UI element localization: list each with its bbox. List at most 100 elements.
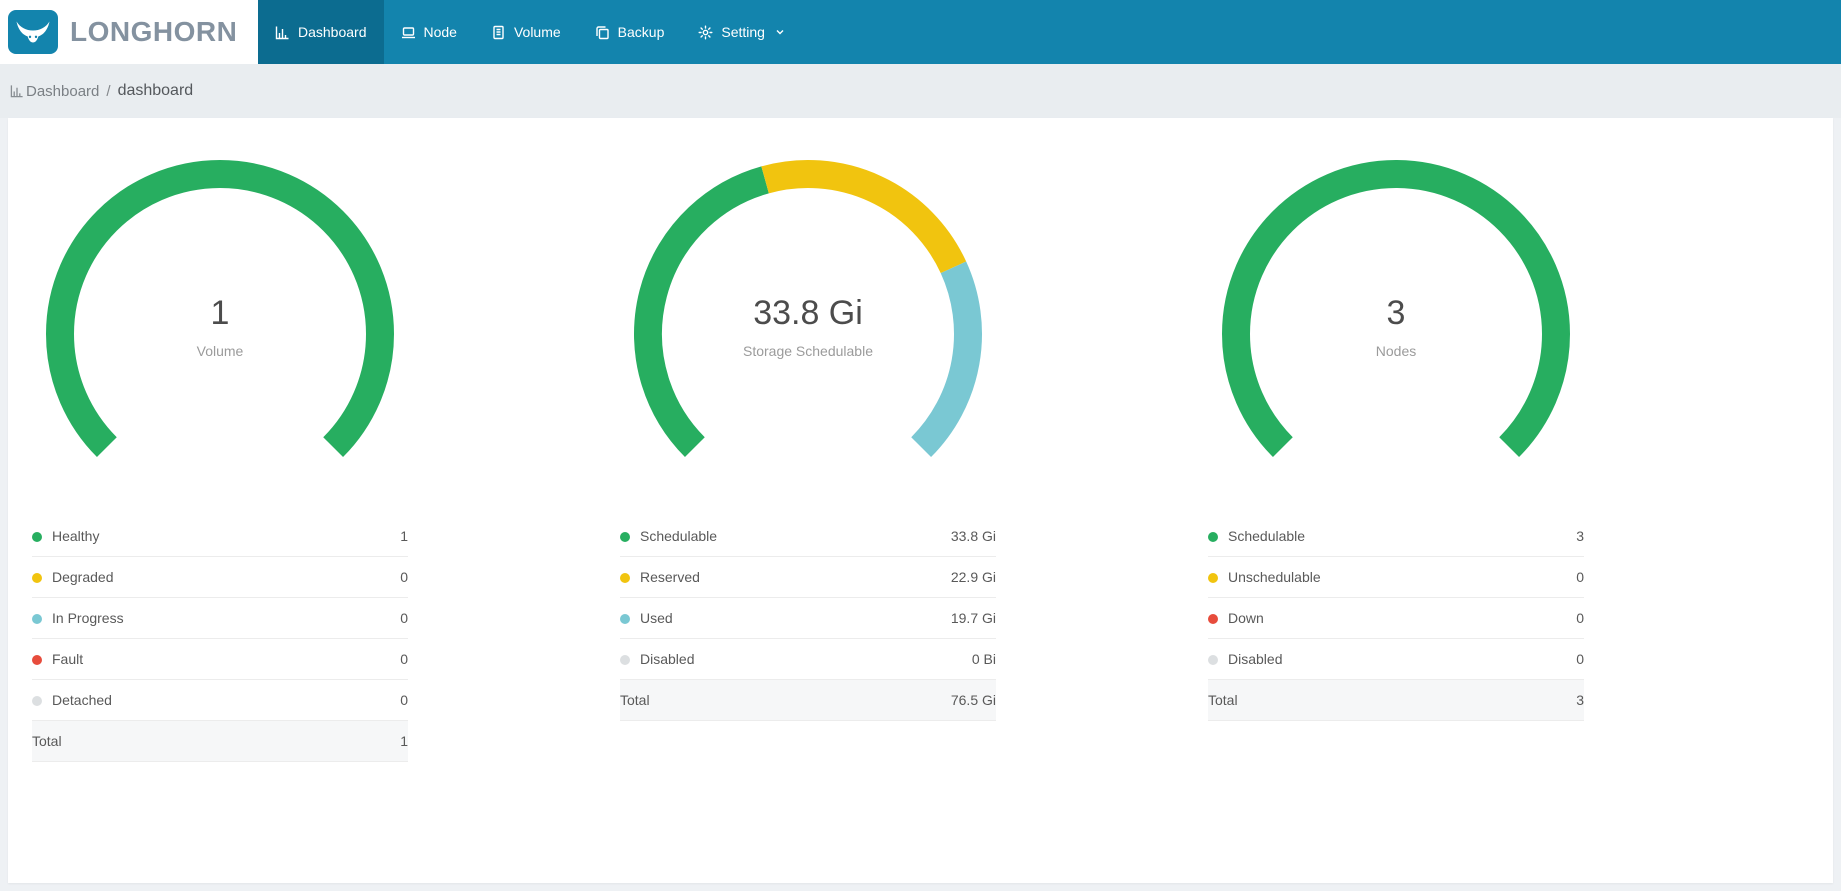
nav-item-dashboard[interactable]: Dashboard [258, 0, 384, 64]
legend-color-dot [32, 532, 42, 542]
nav-item-setting[interactable]: Setting [681, 0, 802, 64]
chart-panel: 1 Volume Healthy 1 Degraded 0 In Progress 0 Fa… [32, 156, 620, 762]
legend-color-dot [1208, 614, 1218, 624]
legend-color-dot [1208, 573, 1218, 583]
chart-legend-table: Schedulable 33.8 Gi Reserved 22.9 Gi Used 19.… [620, 516, 996, 721]
chart-panel: 3 Nodes Schedulable 3 Unschedulable 0 Down 0 D… [1208, 156, 1796, 762]
breadcrumb-section[interactable]: Dashboard [26, 83, 99, 100]
legend-value: 0 [1559, 556, 1584, 598]
legend-label: In Progress [52, 610, 124, 626]
donut-chart: 33.8 Gi Storage Schedulable [630, 156, 986, 466]
legend-color-dot [620, 655, 630, 665]
legend-label: Used [640, 610, 673, 626]
legend-row: Down 0 [1208, 597, 1584, 639]
legend-total-value: 1 [378, 720, 408, 762]
legend-value: 0 Bi [876, 638, 996, 680]
legend-color-dot [620, 532, 630, 542]
nav-item-label: Node [423, 24, 457, 40]
gauge-segment-schedulable [634, 166, 769, 458]
legend-label: Schedulable [640, 528, 718, 544]
main-nav: Dashboard Node Volume Backup Setting [258, 0, 802, 64]
legend-label: Degraded [52, 569, 114, 585]
legend-total-label: Total [1208, 679, 1560, 721]
gauge-svg [1222, 160, 1570, 458]
legend-label: Reserved [640, 569, 700, 585]
legend-value: 19.7 Gi [876, 597, 996, 639]
gauge-segment-used [911, 261, 982, 458]
dashboard-icon [275, 25, 290, 40]
legend-total-label: Total [620, 679, 877, 721]
legend-value: 0 [378, 679, 408, 721]
breadcrumb-current: dashboard [117, 82, 194, 99]
legend-row: Schedulable 3 [1208, 516, 1584, 557]
legend-total-label: Total [32, 720, 379, 762]
gauge-segment-healthy [46, 160, 394, 458]
legend-label: Healthy [52, 528, 100, 544]
nav-item-backup[interactable]: Backup [578, 0, 682, 64]
legend-row: Disabled 0 [1208, 638, 1584, 680]
legend-color-dot [32, 655, 42, 665]
legend-row: Fault 0 [32, 638, 408, 680]
legend-value: 0 [1559, 597, 1584, 639]
legend-value: 33.8 Gi [876, 516, 996, 557]
legend-label: Detached [52, 692, 112, 708]
legend-row: Schedulable 33.8 Gi [620, 516, 996, 557]
legend-value: 1 [378, 516, 408, 557]
legend-label: Unschedulable [1228, 569, 1321, 585]
longhorn-dashboard-page: LONGHORN Dashboard Node Volume Backup Se… [0, 0, 1841, 891]
legend-color-dot [620, 614, 630, 624]
nav-item-label: Volume [513, 24, 561, 40]
node-icon [401, 25, 416, 40]
gauge-segment-schedulable [1222, 160, 1570, 458]
legend-color-dot [32, 614, 42, 624]
legend-value: 3 [1559, 516, 1584, 557]
legend-row: In Progress 0 [32, 597, 408, 639]
nav-item-label: Setting [721, 24, 765, 40]
chart-legend-table: Healthy 1 Degraded 0 In Progress 0 Fault 0 Detac… [32, 516, 408, 762]
legend-total-row: Total 1 [32, 720, 408, 762]
legend-value: 0 [378, 597, 408, 639]
legend-total-row: Total 76.5 Gi [620, 679, 996, 721]
app-logo[interactable]: LONGHORN [0, 0, 258, 64]
donut-chart: 3 Nodes [1218, 156, 1574, 466]
volume-icon [491, 25, 506, 40]
legend-color-dot [620, 573, 630, 583]
legend-row: Degraded 0 [32, 556, 408, 598]
legend-row: Used 19.7 Gi [620, 597, 996, 639]
legend-label: Schedulable [1228, 528, 1306, 544]
longhorn-bull-icon [8, 10, 58, 54]
legend-row: Reserved 22.9 Gi [620, 556, 996, 598]
gauge-svg [46, 160, 394, 458]
chevron-down-icon [775, 27, 785, 37]
brand-name: LONGHORN [70, 16, 238, 47]
legend-color-dot [32, 573, 42, 583]
legend-value: 0 [378, 638, 408, 680]
legend-row: Healthy 1 [32, 516, 408, 557]
legend-row: Unschedulable 0 [1208, 556, 1584, 598]
legend-total-value: 76.5 Gi [876, 679, 996, 721]
legend-value: 22.9 Gi [876, 556, 996, 598]
top-navbar: LONGHORN Dashboard Node Volume Backup Se… [0, 0, 1841, 64]
legend-color-dot [1208, 532, 1218, 542]
nav-item-volume[interactable]: Volume [474, 0, 578, 64]
legend-total-value: 3 [1559, 679, 1584, 721]
breadcrumb-separator: / [106, 82, 111, 100]
legend-label: Down [1228, 610, 1264, 626]
setting-icon [698, 25, 713, 40]
nav-item-label: Dashboard [298, 24, 367, 40]
donut-chart: 1 Volume [42, 156, 398, 466]
legend-row: Disabled 0 Bi [620, 638, 996, 680]
legend-color-dot [32, 696, 42, 706]
gauge-segment-reserved [761, 160, 967, 274]
chart-icon [10, 84, 24, 98]
chart-legend-table: Schedulable 3 Unschedulable 0 Down 0 Disabled 0… [1208, 516, 1584, 721]
legend-label: Disabled [1228, 651, 1283, 667]
nav-item-label: Backup [617, 24, 665, 40]
legend-row: Detached 0 [32, 679, 408, 721]
legend-value: 0 [378, 556, 408, 598]
legend-label: Disabled [640, 651, 695, 667]
backup-icon [595, 25, 610, 40]
legend-total-row: Total 3 [1208, 679, 1584, 721]
nav-item-node[interactable]: Node [384, 0, 474, 64]
gauge-svg [634, 160, 982, 458]
